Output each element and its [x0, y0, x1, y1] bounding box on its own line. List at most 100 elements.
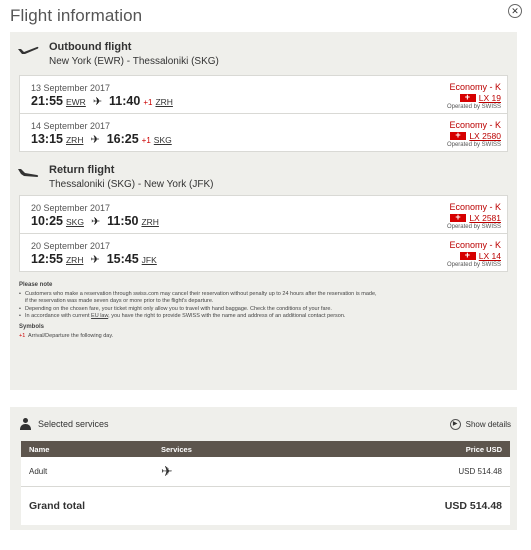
segment-date: 20 September 2017	[31, 203, 111, 213]
symbol-code: +1	[19, 332, 26, 339]
user-icon	[20, 418, 31, 430]
operator-text: Operated by SWISS	[446, 262, 501, 268]
note-item: In accordance with current EU law, you h…	[19, 313, 379, 321]
notes-list: Customers who make a reservation through…	[19, 291, 379, 321]
show-details-button[interactable]: ▶ Show details	[449, 418, 511, 430]
return-title: Return flight	[49, 164, 115, 176]
next-day-marker: +1	[143, 98, 153, 107]
swiss-flag-icon	[459, 249, 476, 261]
outbound-route: New York (EWR) - Thessaloniki (SKG)	[49, 56, 219, 67]
note-item: Depending on the chosen fare, your ticke…	[19, 306, 379, 314]
passenger-type: Adult	[29, 467, 48, 476]
segment-times: 12:55 ZRH ✈ 15:45 JFK	[31, 252, 157, 266]
title-bar: Flight information	[0, 0, 531, 30]
grand-total-value: USD 514.48	[444, 500, 502, 512]
swiss-flag-icon	[459, 91, 476, 103]
flight-number-link[interactable]: LX 14	[479, 251, 501, 261]
arrival-time: 16:25	[106, 132, 139, 146]
notes-section: Please note Customers who make a reserva…	[19, 282, 379, 340]
symbol-legend: +1 Arrival/Departure the following day.	[19, 333, 379, 341]
departure-airport[interactable]: EWR	[66, 97, 86, 107]
flight-number-row: LX 2581	[447, 211, 501, 223]
outbound-title: Outbound flight	[49, 41, 132, 53]
segment-date: 14 September 2017	[31, 121, 111, 131]
services-header: Selected services ▶ Show details	[20, 416, 511, 432]
note-text: In accordance with current	[25, 313, 92, 320]
close-icon[interactable]: ✕	[508, 4, 522, 18]
segment-times: 13:15 ZRH ✈ 16:25 +1 SKG	[31, 132, 172, 146]
flight-info-dialog: Flight information ✕ Outbound flight New…	[0, 0, 531, 550]
segment-times: 10:25 SKG ✈ 11:50 ZRH	[31, 214, 159, 228]
arrival-time: 15:45	[106, 252, 139, 266]
note-item: Customers who make a reservation through…	[19, 291, 379, 306]
flight-number-row: LX 2580	[447, 129, 501, 141]
flight-segment: 20 September 2017 10:25 SKG ✈ 11:50 ZRH …	[19, 195, 508, 234]
flight-number-link[interactable]: LX 2580	[469, 131, 501, 141]
departure-time: 13:15	[31, 132, 63, 146]
segment-info: Economy - K LX 19 Operated by SWISS	[447, 82, 501, 110]
return-heading: Return flight Thessaloniki (SKG) - New Y…	[17, 164, 214, 192]
services-table: Name Services Price USD Adult ✈ USD 514.…	[21, 441, 510, 525]
flight-number-row: LX 14	[447, 249, 501, 261]
cabin-class: Economy - K	[449, 240, 501, 250]
symbols-heading: Symbols	[19, 323, 45, 330]
grand-total-row: Grand total USD 514.48	[21, 487, 510, 525]
takeoff-icon	[18, 46, 39, 54]
segment-date: 13 September 2017	[31, 83, 111, 93]
arrival-time: 11:50	[107, 214, 139, 228]
plane-icon: ✈	[90, 216, 101, 228]
arrival-airport[interactable]: ZRH	[141, 217, 158, 227]
swiss-flag-icon	[450, 129, 467, 141]
arrival-airport[interactable]: ZRH	[155, 97, 172, 107]
flight-segment: 13 September 2017 21:55 EWR ✈ 11:40 +1 Z…	[19, 75, 508, 114]
col-price: Price USD	[465, 444, 502, 454]
swiss-flag-icon	[450, 211, 467, 223]
plane-icon: ✈	[90, 134, 100, 146]
grand-total-label: Grand total	[29, 500, 86, 512]
departure-time: 10:25	[31, 214, 63, 228]
operator-text: Operated by SWISS	[446, 142, 501, 148]
return-route: Thessaloniki (SKG) - New York (JFK)	[49, 179, 214, 190]
flight-number-row: LX 19	[447, 91, 501, 103]
segment-info: Economy - K LX 2580 Operated by SWISS	[447, 120, 501, 148]
table-header: Name Services Price USD	[21, 441, 510, 457]
row-price: USD 514.48	[458, 467, 502, 476]
col-services: Services	[161, 444, 192, 454]
show-details-label: Show details	[465, 419, 511, 429]
departure-airport[interactable]: ZRH	[66, 255, 83, 265]
plane-icon: ✈	[90, 254, 100, 266]
chevron-right-icon: ▶	[449, 418, 461, 430]
plane-icon: ✈	[92, 96, 103, 108]
outbound-heading: Outbound flight New York (EWR) - Thessal…	[17, 41, 219, 69]
flight-segment: 14 September 2017 13:15 ZRH ✈ 16:25 +1 S…	[19, 113, 508, 152]
col-name: Name	[29, 444, 50, 454]
departure-time: 21:55	[31, 94, 63, 108]
segment-date: 20 September 2017	[31, 241, 111, 251]
flight-number-link[interactable]: LX 2581	[469, 213, 501, 223]
eu-law-link[interactable]: EU law	[91, 313, 108, 319]
flight-panel: Outbound flight New York (EWR) - Thessal…	[10, 32, 517, 390]
segment-info: Economy - K LX 14 Operated by SWISS	[447, 240, 501, 268]
notes-heading: Please note	[19, 282, 53, 288]
operator-text: Operated by SWISS	[446, 224, 501, 230]
flight-number-link[interactable]: LX 19	[479, 93, 501, 103]
symbol-text: Arrival/Departure the following day.	[28, 332, 114, 339]
plane-icon: ✈	[161, 463, 173, 479]
departure-airport[interactable]: SKG	[66, 217, 84, 227]
arrival-airport[interactable]: SKG	[154, 135, 172, 145]
departure-time: 12:55	[31, 252, 63, 266]
arrival-airport[interactable]: JFK	[142, 255, 157, 265]
next-day-marker: +1	[141, 136, 151, 145]
services-panel: Selected services ▶ Show details Name Se…	[10, 407, 517, 530]
flight-segment: 20 September 2017 12:55 ZRH ✈ 15:45 JFK …	[19, 233, 508, 272]
operator-text: Operated by SWISS	[446, 104, 501, 110]
note-text: , you have the right to provide SWISS wi…	[108, 313, 346, 320]
segment-times: 21:55 EWR ✈ 11:40 +1 ZRH	[31, 94, 173, 108]
cabin-class: Economy - K	[449, 82, 501, 92]
services-title: Selected services	[38, 419, 109, 429]
page-title: Flight information	[10, 6, 143, 25]
departure-airport[interactable]: ZRH	[66, 135, 83, 145]
landing-icon	[18, 169, 39, 177]
arrival-time: 11:40	[109, 94, 141, 108]
segment-info: Economy - K LX 2581 Operated by SWISS	[447, 202, 501, 230]
